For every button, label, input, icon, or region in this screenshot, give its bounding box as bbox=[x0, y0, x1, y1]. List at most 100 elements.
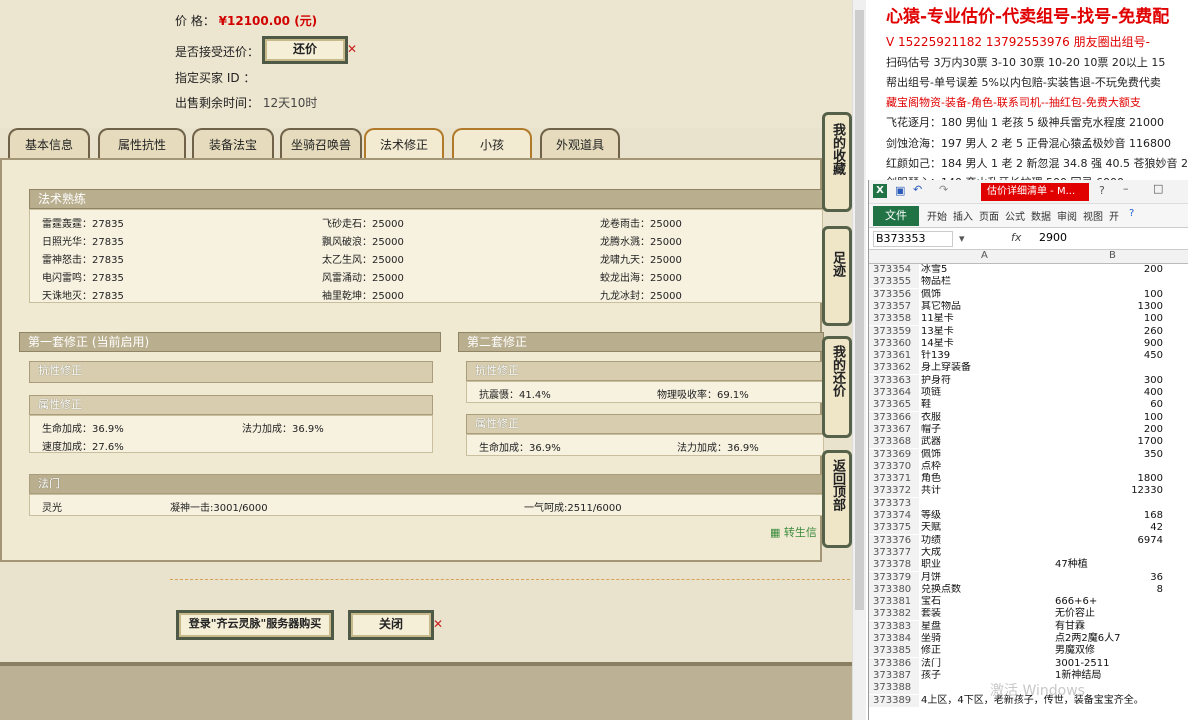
row-number[interactable]: 373371 bbox=[869, 473, 919, 486]
cell-b[interactable]: 100 bbox=[1055, 412, 1163, 424]
back-to-top-button[interactable]: 返回顶部 bbox=[822, 450, 852, 548]
ribbon-tab[interactable]: 页面 bbox=[979, 208, 999, 223]
row-number[interactable]: 373370 bbox=[869, 460, 919, 473]
cell-a[interactable]: 衣服 bbox=[921, 412, 1051, 424]
cell-b[interactable]: 450 bbox=[1055, 350, 1163, 362]
cell-b[interactable]: 60 bbox=[1055, 399, 1163, 411]
row-number[interactable]: 373380 bbox=[869, 583, 919, 596]
undo-icon[interactable]: ↶ bbox=[913, 183, 922, 196]
formula-value[interactable]: 2900 bbox=[1039, 231, 1067, 244]
namebox[interactable]: B373353 bbox=[873, 231, 953, 247]
row-number[interactable]: 373368 bbox=[869, 436, 919, 449]
cell-b[interactable]: 200 bbox=[1055, 264, 1163, 276]
table-row[interactable]: 373371 角色 1800 bbox=[869, 473, 1188, 486]
row-number[interactable]: 373382 bbox=[869, 608, 919, 621]
row-number[interactable]: 373372 bbox=[869, 485, 919, 498]
footprint-button[interactable]: 足迹 bbox=[822, 226, 852, 326]
cell-b[interactable]: 260 bbox=[1055, 326, 1163, 338]
save-icon[interactable]: ▣ bbox=[895, 184, 905, 197]
table-row[interactable]: 373379 月饼 36 bbox=[869, 571, 1188, 584]
cell-a[interactable]: 法门 bbox=[921, 658, 1051, 670]
row-number[interactable]: 373367 bbox=[869, 423, 919, 436]
minimize-icon[interactable]: – bbox=[1123, 182, 1129, 195]
cell-a[interactable]: 武器 bbox=[921, 436, 1051, 448]
ribbon-tab[interactable]: 插入 bbox=[953, 208, 973, 223]
table-row[interactable]: 373376 功绩 6974 bbox=[869, 534, 1188, 547]
cell-a[interactable]: 点枠 bbox=[921, 461, 1051, 473]
cell-b[interactable]: 168 bbox=[1055, 510, 1163, 522]
cell-a[interactable]: 针139 bbox=[921, 350, 1051, 362]
login-buy-button[interactable]: 登录"齐云灵脉"服务器购买 bbox=[176, 610, 334, 640]
table-row[interactable]: 373374 等级 168 bbox=[869, 510, 1188, 522]
cell-a[interactable]: 修正 bbox=[921, 645, 1051, 657]
table-row[interactable]: 373365 鞋 60 bbox=[869, 399, 1188, 412]
row-number[interactable]: 373357 bbox=[869, 300, 919, 313]
tab-basic-info[interactable]: 基本信息 bbox=[8, 128, 90, 160]
my-bargain-button[interactable]: 我的还价 bbox=[822, 336, 852, 438]
page-scrollbar[interactable] bbox=[852, 0, 866, 720]
cell-a[interactable]: 佩饰 bbox=[921, 449, 1051, 461]
row-number[interactable]: 373365 bbox=[869, 399, 919, 412]
table-row[interactable]: 373380 兑换点数 8 bbox=[869, 583, 1188, 596]
table-row[interactable]: 373354 冰雪5 200 bbox=[869, 264, 1188, 276]
table-row[interactable]: 373357 其它物品 1300 bbox=[869, 300, 1188, 313]
cell-a[interactable]: 佩饰 bbox=[921, 289, 1051, 301]
ribbon-tab[interactable]: 公式 bbox=[1005, 208, 1025, 223]
table-row[interactable]: 373362 身上穿装备 bbox=[869, 362, 1188, 375]
tab-mount-pet[interactable]: 坐骑召唤兽 bbox=[280, 128, 362, 160]
row-number[interactable]: 373388 bbox=[869, 682, 919, 695]
ribbon-tab[interactable]: 审阅 bbox=[1057, 208, 1077, 223]
cell-a[interactable]: 护身符 bbox=[921, 375, 1051, 387]
row-number[interactable]: 373375 bbox=[869, 522, 919, 535]
cell-b[interactable]: 900 bbox=[1055, 338, 1163, 350]
maximize-icon[interactable]: □ bbox=[1153, 182, 1163, 195]
cell-a[interactable]: 月饼 bbox=[921, 572, 1051, 584]
tab-attr-resist[interactable]: 属性抗性 bbox=[98, 128, 186, 160]
cell-a[interactable]: 13星卡 bbox=[921, 326, 1051, 338]
cell-b[interactable]: 1700 bbox=[1055, 436, 1163, 448]
cell-b[interactable]: 42 bbox=[1055, 522, 1163, 534]
cell-b[interactable]: 点2两2魔6人7 bbox=[1055, 633, 1163, 645]
row-number[interactable]: 373387 bbox=[869, 669, 919, 682]
row-number[interactable]: 373355 bbox=[869, 276, 919, 289]
cell-b[interactable]: 400 bbox=[1055, 387, 1163, 399]
table-row[interactable]: 373383 星盘 有甘霖 bbox=[869, 620, 1188, 633]
cell-a[interactable]: 项链 bbox=[921, 387, 1051, 399]
row-number[interactable]: 373381 bbox=[869, 596, 919, 609]
row-number[interactable]: 373354 bbox=[869, 264, 919, 276]
table-row[interactable]: 373361 针139 450 bbox=[869, 350, 1188, 363]
row-number[interactable]: 373362 bbox=[869, 362, 919, 375]
row-number[interactable]: 373379 bbox=[869, 571, 919, 584]
cell-b[interactable]: 350 bbox=[1055, 449, 1163, 461]
row-number[interactable]: 373374 bbox=[869, 510, 919, 522]
row-number[interactable]: 373369 bbox=[869, 448, 919, 461]
table-row[interactable]: 373360 14星卡 900 bbox=[869, 337, 1188, 350]
cell-b[interactable]: 6974 bbox=[1055, 535, 1163, 547]
cell-a[interactable]: 天赋 bbox=[921, 522, 1051, 534]
cell-a[interactable]: 14星卡 bbox=[921, 338, 1051, 350]
bargain-button[interactable]: 还价 ✕ bbox=[262, 36, 357, 64]
cell-a[interactable]: 11星卡 bbox=[921, 313, 1051, 325]
cell-b[interactable]: 47种植 bbox=[1055, 559, 1163, 571]
cell-a[interactable]: 冰雪5 bbox=[921, 264, 1051, 276]
table-row[interactable]: 373386 法门 3001-2511 bbox=[869, 657, 1188, 670]
cell-a[interactable]: 其它物品 bbox=[921, 301, 1051, 313]
sheet-grid[interactable]: 373354 冰雪5 200 373355 物品栏 373356 佩饰 100 373357 其它… bbox=[869, 264, 1188, 720]
redo-icon[interactable]: ↷ bbox=[939, 183, 948, 196]
cell-b[interactable]: 3001-2511 bbox=[1055, 658, 1163, 670]
cell-a[interactable]: 大成 bbox=[921, 547, 1051, 559]
dropdown-icon[interactable]: ▾ bbox=[959, 232, 965, 245]
cell-a[interactable]: 宝石 bbox=[921, 596, 1051, 608]
cell-a[interactable]: 角色 bbox=[921, 473, 1051, 485]
row-number[interactable]: 373358 bbox=[869, 313, 919, 326]
column-b[interactable]: B bbox=[1109, 250, 1116, 261]
column-a[interactable]: A bbox=[981, 250, 988, 261]
table-row[interactable]: 373385 修正 男魔双修 bbox=[869, 645, 1188, 658]
cell-a[interactable]: 鞋 bbox=[921, 399, 1051, 411]
cell-b[interactable]: 300 bbox=[1055, 375, 1163, 387]
cell-b[interactable]: 有甘霖 bbox=[1055, 621, 1163, 633]
cell-b[interactable]: 1300 bbox=[1055, 301, 1163, 313]
transfer-link[interactable]: ▦ 转生信 bbox=[770, 524, 817, 540]
table-row[interactable]: 373369 佩饰 350 bbox=[869, 448, 1188, 461]
table-row[interactable]: 373370 点枠 bbox=[869, 460, 1188, 473]
